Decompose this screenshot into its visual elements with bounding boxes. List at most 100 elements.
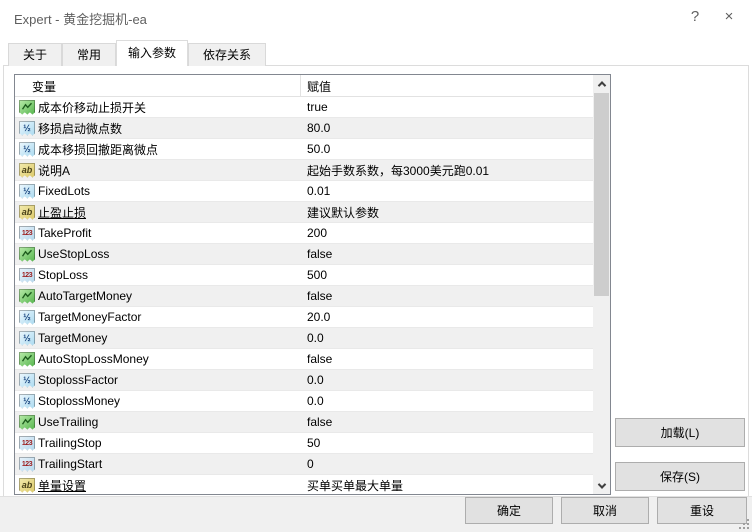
bool-type-icon [19,288,35,304]
parameters-table: 变量 赋值 成本价移动止损开关 true ½ 移损启动微点数 80.0 ½ 成本… [14,74,611,495]
param-name: 成本移损回撤距离微点 [38,142,159,157]
bool-type-icon [19,351,35,367]
param-name: TakeProfit [38,226,92,240]
table-row[interactable]: 123 TakeProfit 200 [15,223,593,244]
param-value[interactable]: 50 [300,436,593,450]
chevron-down-icon [597,479,606,489]
table-row[interactable]: 成本价移动止损开关 true [15,97,593,118]
table-row[interactable]: 123 TrailingStart 0 [15,454,593,475]
ok-button[interactable]: 确定 [465,497,553,524]
param-name: 说明A [38,163,71,178]
table-row[interactable]: ½ TargetMoneyFactor 20.0 [15,307,593,328]
double-type-icon: ½ [19,141,35,157]
param-value[interactable]: 0 [300,457,593,471]
param-name: TrailingStart [38,457,103,471]
param-name: 移损启动微点数 [38,121,123,136]
table-row[interactable]: ab 止盈止损 建议默认参数 [15,202,593,223]
tab-bar: 关于 常用 输入参数 依存关系 [8,40,267,66]
double-type-icon: ½ [19,330,35,346]
table-row[interactable]: ½ StoplossFactor 0.0 [15,370,593,391]
param-value[interactable]: 0.0 [300,394,593,408]
resize-grip-icon[interactable] [739,519,749,529]
param-value[interactable]: false [300,247,593,261]
param-name: StopLoss [38,268,89,282]
table-row[interactable]: ab 说明A 起始手数系数，每3000美元跑0.01 [15,160,593,181]
tab-about[interactable]: 关于 [8,43,63,66]
param-name: 止盈止损 [38,205,87,220]
param-name-cell: UseTrailing [15,414,300,430]
tab-dependencies[interactable]: 依存关系 [188,43,267,66]
table-header: 变量 赋值 [15,75,610,97]
param-value[interactable]: 200 [300,226,593,240]
double-type-icon: ½ [19,393,35,409]
table-row[interactable]: ½ 移损启动微点数 80.0 [15,118,593,139]
param-name: UseTrailing [38,415,99,429]
param-name-cell: ½ TargetMoneyFactor [15,309,300,325]
param-value[interactable]: false [300,415,593,429]
param-name: TargetMoney [38,331,108,345]
param-name-cell: 123 TakeProfit [15,225,300,241]
int-type-icon: 123 [19,456,35,472]
close-icon[interactable]: × [714,4,744,30]
param-value[interactable]: false [300,289,593,303]
param-name-cell: ½ 移损启动微点数 [15,120,300,137]
param-name-cell: ½ StoplossMoney [15,393,300,409]
scroll-up-button[interactable] [593,75,610,92]
param-name-cell: ½ StoplossFactor [15,372,300,388]
param-name-cell: 123 StopLoss [15,267,300,283]
param-rows: 成本价移动止损开关 true ½ 移损启动微点数 80.0 ½ 成本移损回撤距离… [15,97,593,494]
param-value[interactable]: true [300,100,593,114]
param-value[interactable]: false [300,352,593,366]
param-name-cell: 123 TrailingStart [15,456,300,472]
table-row[interactable]: AutoStopLossMoney false [15,349,593,370]
table-row[interactable]: ½ StoplossMoney 0.0 [15,391,593,412]
load-button[interactable]: 加载(L) [615,418,745,447]
table-row[interactable]: 123 TrailingStop 50 [15,433,593,454]
scroll-down-button[interactable] [593,477,610,494]
int-type-icon: 123 [19,435,35,451]
bool-type-icon [19,414,35,430]
param-name-cell: AutoTargetMoney [15,288,300,304]
int-type-icon: 123 [19,267,35,283]
scrollbar-thumb[interactable] [594,93,609,296]
tab-inputs[interactable]: 输入参数 [116,40,189,66]
cancel-button[interactable]: 取消 [561,497,649,524]
param-value[interactable]: 20.0 [300,310,593,324]
param-value[interactable]: 起始手数系数，每3000美元跑0.01 [300,162,593,179]
table-row[interactable]: ½ FixedLots 0.01 [15,181,593,202]
table-row[interactable]: ½ TargetMoney 0.0 [15,328,593,349]
double-type-icon: ½ [19,183,35,199]
param-name: TargetMoneyFactor [38,310,142,324]
string-type-icon: ab [19,204,35,220]
param-name: StoplossFactor [38,373,119,387]
param-value[interactable]: 0.0 [300,373,593,387]
string-type-icon: ab [19,162,35,178]
param-value[interactable]: 500 [300,268,593,282]
table-row[interactable]: ab 单量设置 买单买单最大单量 [15,475,593,494]
bool-type-icon [19,99,35,115]
save-button[interactable]: 保存(S) [615,462,745,491]
double-type-icon: ½ [19,309,35,325]
param-value[interactable]: 0.01 [300,184,593,198]
table-row[interactable]: UseStopLoss false [15,244,593,265]
param-value[interactable]: 50.0 [300,142,593,156]
table-row[interactable]: UseTrailing false [15,412,593,433]
table-row[interactable]: ½ 成本移损回撤距离微点 50.0 [15,139,593,160]
param-value[interactable]: 建议默认参数 [300,204,593,221]
expert-settings-dialog: Expert - 黄金挖掘机-ea ? × 关于 常用 输入参数 依存关系 变量 赋值… [0,0,752,532]
table-row[interactable]: AutoTargetMoney false [15,286,593,307]
param-name: AutoTargetMoney [38,289,133,303]
help-icon[interactable]: ? [680,4,710,30]
param-value[interactable]: 买单买单最大单量 [300,477,593,494]
double-type-icon: ½ [19,372,35,388]
reset-button[interactable]: 重设 [657,497,747,524]
bool-type-icon [19,246,35,262]
param-value[interactable]: 80.0 [300,121,593,135]
param-name-cell: 123 TrailingStop [15,435,300,451]
vertical-scrollbar[interactable] [593,75,610,494]
table-row[interactable]: 123 StopLoss 500 [15,265,593,286]
tab-common[interactable]: 常用 [62,43,117,66]
column-header-value: 赋值 [307,80,332,94]
param-value[interactable]: 0.0 [300,331,593,345]
param-name-cell: ab 说明A [15,162,300,179]
